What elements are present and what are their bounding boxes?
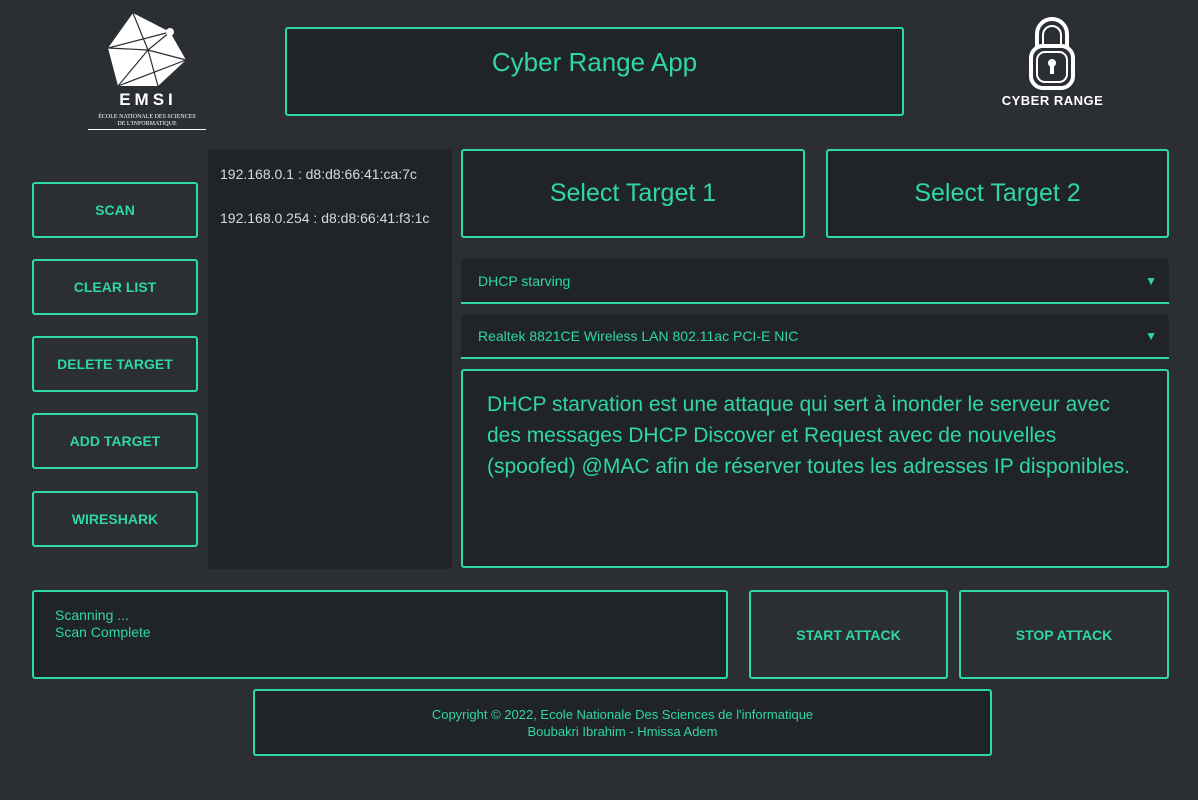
stop-attack-button[interactable]: STOP ATTACK <box>959 590 1169 679</box>
footer: Copyright © 2022, Ecole Nationale Des Sc… <box>253 689 992 756</box>
wireshark-button[interactable]: WIRESHARK <box>32 491 198 547</box>
add-target-button-label: ADD TARGET <box>69 433 161 449</box>
emsi-logo: EMSI ÉCOLE NATIONALE DES SCIENCES DE L'I… <box>88 10 206 132</box>
status-line: Scanning ... <box>55 607 129 623</box>
attack-type-select[interactable]: DHCP starving ▼ <box>461 259 1169 304</box>
add-target-button[interactable]: ADD TARGET <box>32 413 198 469</box>
host-list[interactable]: 192.168.0.1 : d8:d8:66:41:ca:7c 192.168.… <box>208 149 452 569</box>
select-target-2-label: Select Target 2 <box>914 179 1081 207</box>
host-list-item[interactable]: 192.168.0.1 : d8:d8:66:41:ca:7c <box>208 152 452 196</box>
attack-description-box: DHCP starvation est une attaque qui sert… <box>461 369 1169 568</box>
app-title-box: Cyber Range App <box>285 27 904 116</box>
select-target-1-label: Select Target 1 <box>549 179 717 207</box>
delete-target-button[interactable]: DELETE TARGET <box>32 336 198 392</box>
emsi-letters: EMSI <box>119 90 177 109</box>
select-target-2-button[interactable]: Select Target 2 <box>826 149 1169 238</box>
status-log: Scanning ... Scan Complete <box>32 590 728 679</box>
clear-list-button[interactable]: CLEAR LIST <box>32 259 198 315</box>
dropdown-arrow-icon: ▼ <box>1145 329 1157 343</box>
host-list-item[interactable]: 192.168.0.254 : d8:d8:66:41:f3:1c <box>208 196 452 240</box>
start-attack-button[interactable]: START ATTACK <box>749 590 948 679</box>
emsi-crystal-icon <box>107 12 187 87</box>
dropdown-arrow-icon: ▼ <box>1145 273 1157 288</box>
wireshark-button-label: WIRESHARK <box>71 511 159 527</box>
start-attack-button-label: START ATTACK <box>796 626 901 643</box>
cyber-range-caption: CYBER RANGE <box>1001 93 1104 108</box>
attack-description-text: DHCP starvation est une attaque qui sert… <box>487 393 1131 478</box>
padlock-icon <box>1029 17 1075 90</box>
status-line: Scan Complete <box>55 624 151 640</box>
interface-select[interactable]: Realtek 8821CE Wireless LAN 802.11ac PCI… <box>461 315 1169 359</box>
footer-authors: Boubakri Ibrahim - Hmissa Adem <box>527 723 718 739</box>
scan-button[interactable]: SCAN <box>32 182 198 238</box>
attack-type-value: DHCP starving <box>478 272 571 289</box>
emsi-caption-line2: DE L'INFORMATIQUE <box>88 121 206 130</box>
clear-list-button-label: CLEAR LIST <box>73 279 157 295</box>
emsi-caption-line1: ÉCOLE NATIONALE DES SCIENCES <box>98 114 196 120</box>
delete-target-button-label: DELETE TARGET <box>57 356 173 372</box>
cyber-range-logo: CYBER RANGE <box>995 16 1110 112</box>
footer-copyright: Copyright © 2022, Ecole Nationale Des Sc… <box>431 706 814 722</box>
interface-value: Realtek 8821CE Wireless LAN 802.11ac PCI… <box>478 328 799 344</box>
stop-attack-button-label: STOP ATTACK <box>1015 626 1113 643</box>
app-title: Cyber Range App <box>491 47 698 77</box>
select-target-1-button[interactable]: Select Target 1 <box>461 149 805 238</box>
scan-button-label: SCAN <box>95 202 135 218</box>
